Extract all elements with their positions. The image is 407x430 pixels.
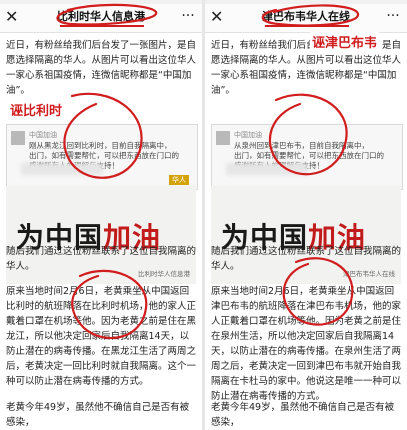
article-paragraph-3: 原来当地时间2月6日，老黄乘坐从中国返回比利时的航班降落在比利时机场，他的家人正… xyxy=(6,286,197,387)
article-paragraph-1: 近日，有粉丝给我们后台发了一张图片，是自愿选择隔离的华人。从图片可以看出这位华人… xyxy=(6,40,197,96)
article-paragraph-2: 随后我们通过这位粉丝联系了这位自我隔离的华人。 xyxy=(211,246,402,272)
card-line: 刚从黑龙江回到比利时，目前自我隔离中， xyxy=(29,141,172,150)
card-line: 出门，如有需要帮忙，可以把东西放在门口的 xyxy=(234,151,384,160)
blurred-region xyxy=(21,163,103,175)
annotation-label-left: 诬比利时 xyxy=(8,100,65,119)
card-line: 出门，如有需要帮忙，可以把东西放在门口的 xyxy=(29,151,179,160)
wechat-profile-card: 中国加油 从泉州回到津巴布韦，目前自我隔离中， 出门，如有需要帮忙，可以把东西放… xyxy=(211,124,403,190)
article-paragraph-2: 随后我们通过这位粉丝联系了这位自我隔离的华人。 xyxy=(6,246,197,272)
more-menu-icon[interactable]: ··· xyxy=(385,8,401,26)
article-panel-left: ✕ 比利时华人信息港 ··· 近日，有粉丝给我们后台发了一张图片，是自愿选择隔离… xyxy=(0,0,202,430)
card-tag: 华人 xyxy=(169,175,189,185)
card-nickname: 中国加油 xyxy=(234,131,262,139)
blurred-region xyxy=(226,163,308,175)
page-title: 津巴布韦华人在线 xyxy=(262,10,350,23)
avatar xyxy=(11,131,25,145)
card-line: 从泉州回到津巴布韦，目前自我隔离中， xyxy=(234,141,369,150)
card-nickname: 中国加油 xyxy=(29,131,57,139)
close-icon[interactable]: ✕ xyxy=(210,8,226,26)
article-panel-right: ✕ 津巴布韦华人在线 ··· 近日，有粉丝给我们后台发了一张图片，是自愿选择隔离… xyxy=(205,0,407,430)
article-paragraph-3: 原来当地时间2月6日，老黄乘坐从中国返回津巴布韦的航班降落在津巴布韦机场，他的家… xyxy=(211,286,402,402)
title-underline-mark xyxy=(265,25,349,27)
wechat-profile-card: 中国加油 刚从黑龙江回到比利时，目前自我隔离中， 出门，如有需要帮忙，可以把东西… xyxy=(6,124,198,190)
title-underline-mark xyxy=(60,25,144,27)
close-icon[interactable]: ✕ xyxy=(5,8,21,26)
nav-bar: ✕ 津巴布韦华人在线 ··· xyxy=(205,4,407,33)
page-title: 比利时华人信息港 xyxy=(57,10,145,23)
avatar xyxy=(216,131,230,145)
annotation-label-right: 诬津巴布韦 xyxy=(310,32,380,51)
article-paragraph-4: 老黄今年49岁，虽然他不确信自己是否有被感染， xyxy=(6,402,190,428)
nav-bar: ✕ 比利时华人信息港 ··· xyxy=(0,4,202,33)
article-paragraph-4: 老黄今年49岁，虽然他不确信自己是否有被感染， xyxy=(211,402,395,428)
more-menu-icon[interactable]: ··· xyxy=(180,8,196,26)
